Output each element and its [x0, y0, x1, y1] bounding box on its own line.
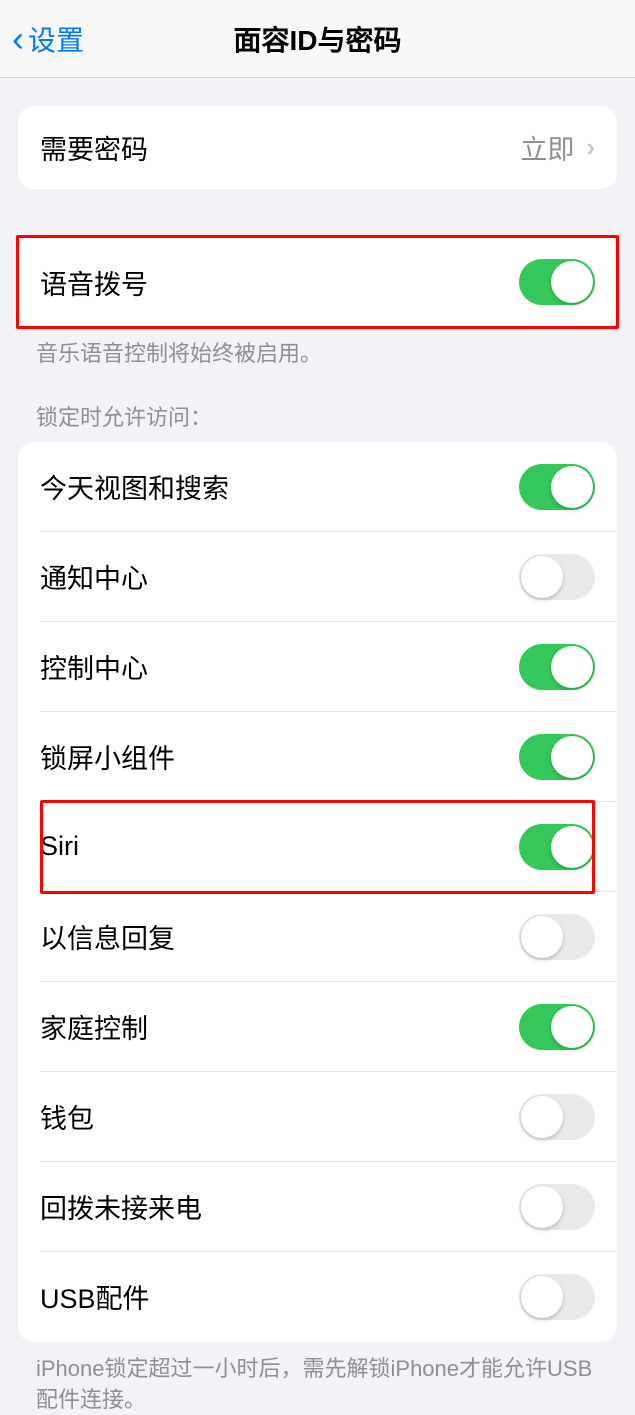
voice-dial-row: 语音拨号: [18, 237, 617, 327]
voice-dial-label: 语音拨号: [40, 263, 148, 302]
return-missed-calls-toggle[interactable]: [519, 1184, 595, 1230]
toggle-knob: [521, 556, 563, 598]
today-view-toggle[interactable]: [519, 464, 595, 510]
nav-header: ‹ 设置 面容ID与密码: [0, 0, 635, 78]
chevron-left-icon: ‹: [12, 18, 24, 60]
usb-accessories-toggle[interactable]: [519, 1274, 595, 1320]
require-passcode-value: 立即: [520, 128, 574, 167]
toggle-knob: [551, 466, 593, 508]
require-passcode-label: 需要密码: [40, 128, 148, 167]
toggle-knob: [551, 1006, 593, 1048]
usb-footer: iPhone锁定超过一小时后，需先解锁iPhone才能允许USB配件连接。: [0, 1342, 635, 1415]
page-title: 面容ID与密码: [233, 19, 401, 59]
today-view-label: 今天视图和搜索: [40, 467, 229, 506]
toggle-knob: [551, 826, 593, 868]
locked-access-header: 锁定时允许访问：: [0, 370, 635, 442]
lock-screen-widgets-row: 锁屏小组件: [18, 712, 617, 802]
notification-center-row: 通知中心: [18, 532, 617, 622]
notification-center-toggle[interactable]: [519, 554, 595, 600]
today-view-row: 今天视图和搜索: [18, 442, 617, 532]
lock-screen-widgets-label: 锁屏小组件: [40, 737, 175, 776]
back-label: 设置: [28, 19, 84, 59]
notification-center-label: 通知中心: [40, 557, 148, 596]
wallet-toggle[interactable]: [519, 1094, 595, 1140]
toggle-knob: [551, 646, 593, 688]
chevron-right-icon: ›: [586, 132, 595, 163]
locked-access-group: 今天视图和搜索 通知中心 控制中心 锁屏小组件 Siri 以信息回复 家庭控制: [18, 442, 617, 1342]
toggle-knob: [551, 261, 593, 303]
wallet-row: 钱包: [18, 1072, 617, 1162]
back-button[interactable]: ‹ 设置: [0, 18, 84, 60]
return-missed-calls-row: 回拨未接来电: [18, 1162, 617, 1252]
siri-toggle[interactable]: [519, 824, 595, 870]
home-control-label: 家庭控制: [40, 1007, 148, 1046]
toggle-knob: [551, 736, 593, 778]
toggle-knob: [521, 1276, 563, 1318]
voice-dial-toggle[interactable]: [519, 259, 595, 305]
reply-message-row: 以信息回复: [18, 892, 617, 982]
return-missed-calls-label: 回拨未接来电: [40, 1187, 202, 1226]
reply-message-label: 以信息回复: [40, 917, 175, 956]
toggle-knob: [521, 916, 563, 958]
wallet-label: 钱包: [40, 1097, 94, 1136]
usb-accessories-label: USB配件: [40, 1277, 150, 1316]
passcode-group: 需要密码 立即 ›: [18, 106, 617, 189]
voice-dial-footer: 音乐语音控制将始终被启用。: [0, 327, 635, 370]
siri-label: Siri: [40, 831, 79, 862]
control-center-label: 控制中心: [40, 647, 148, 686]
toggle-knob: [521, 1186, 563, 1228]
usb-accessories-row: USB配件: [18, 1252, 617, 1342]
voice-dial-group: 语音拨号: [18, 237, 617, 327]
require-passcode-row[interactable]: 需要密码 立即 ›: [18, 106, 617, 189]
toggle-knob: [521, 1096, 563, 1138]
home-control-toggle[interactable]: [519, 1004, 595, 1050]
lock-screen-widgets-toggle[interactable]: [519, 734, 595, 780]
control-center-row: 控制中心: [18, 622, 617, 712]
control-center-toggle[interactable]: [519, 644, 595, 690]
home-control-row: 家庭控制: [18, 982, 617, 1072]
siri-row: Siri: [18, 802, 617, 892]
reply-message-toggle[interactable]: [519, 914, 595, 960]
highlight-siri: [40, 800, 595, 894]
